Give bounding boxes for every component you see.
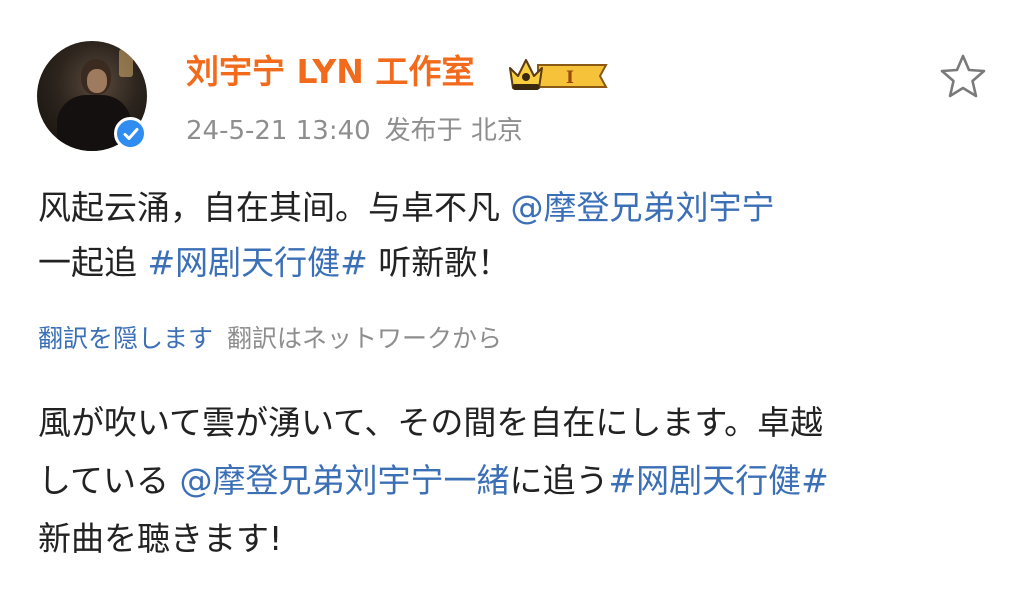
post-text-segment: 一起追	[38, 243, 148, 282]
post-text-line-1: 风起云涌，自在其间。与卓不凡 @摩登兄弟刘宇宁	[38, 180, 998, 235]
hide-translation-button[interactable]: 翻訳を隠します	[38, 324, 213, 353]
star-outline-icon[interactable]	[938, 52, 988, 102]
post-text-line-2: 一起追 #网剧天行健# 听新歌！	[38, 235, 998, 290]
translated-segment: している	[38, 461, 180, 500]
hashtag-link[interactable]: #网剧天行健#	[148, 243, 368, 282]
translated-hashtag-link[interactable]: #网剧天行健#	[609, 461, 829, 500]
username[interactable]: 刘宇宁 LYN 工作室	[186, 50, 474, 94]
avatar-lamp-light	[119, 49, 133, 77]
post-meta: 24-5-21 13:40 发布于 北京	[186, 114, 523, 148]
translated-line-2: している @摩登兄弟刘宇宁一緒に追う#网剧天行健#	[38, 452, 998, 510]
post-time: 24-5-21 13:40	[186, 116, 371, 146]
badge-level: I	[566, 68, 574, 88]
translated-segment: に追う	[509, 461, 609, 500]
translated-text: 風が吹いて雲が湧いて、その間を自在にします。卓越 している @摩登兄弟刘宇宁一緒…	[38, 394, 998, 568]
avatar-face	[87, 69, 107, 93]
post-text-segment: 听新歌！	[367, 243, 511, 282]
translation-source-label: 翻訳はネットワークから	[227, 324, 503, 353]
translated-line-1: 風が吹いて雲が湧いて、その間を自在にします。卓越	[38, 403, 824, 442]
translated-mention-link[interactable]: @摩登兄弟刘宇宁一緒	[180, 461, 510, 500]
weibo-post: 刘宇宁 LYN 工作室 I 24-5-21 13:40 发布于 北京 风起云涌，自…	[0, 0, 1024, 589]
post-text: 风起云涌，自在其间。与卓不凡 @摩登兄弟刘宇宁 一起追 #网剧天行健# 听新歌！	[38, 180, 998, 290]
crown-badge-icon[interactable]: I	[508, 56, 612, 96]
translation-bar: 翻訳を隠します 翻訳はネットワークから	[38, 322, 502, 356]
mention-link[interactable]: @摩登兄弟刘宇宁	[511, 188, 775, 227]
post-location: 发布于 北京	[384, 116, 523, 146]
post-text-segment: 风起云涌，自在其间。与卓不凡	[38, 188, 511, 227]
translated-line-3: 新曲を聴きます!	[38, 519, 283, 558]
verified-check-icon	[114, 117, 147, 150]
